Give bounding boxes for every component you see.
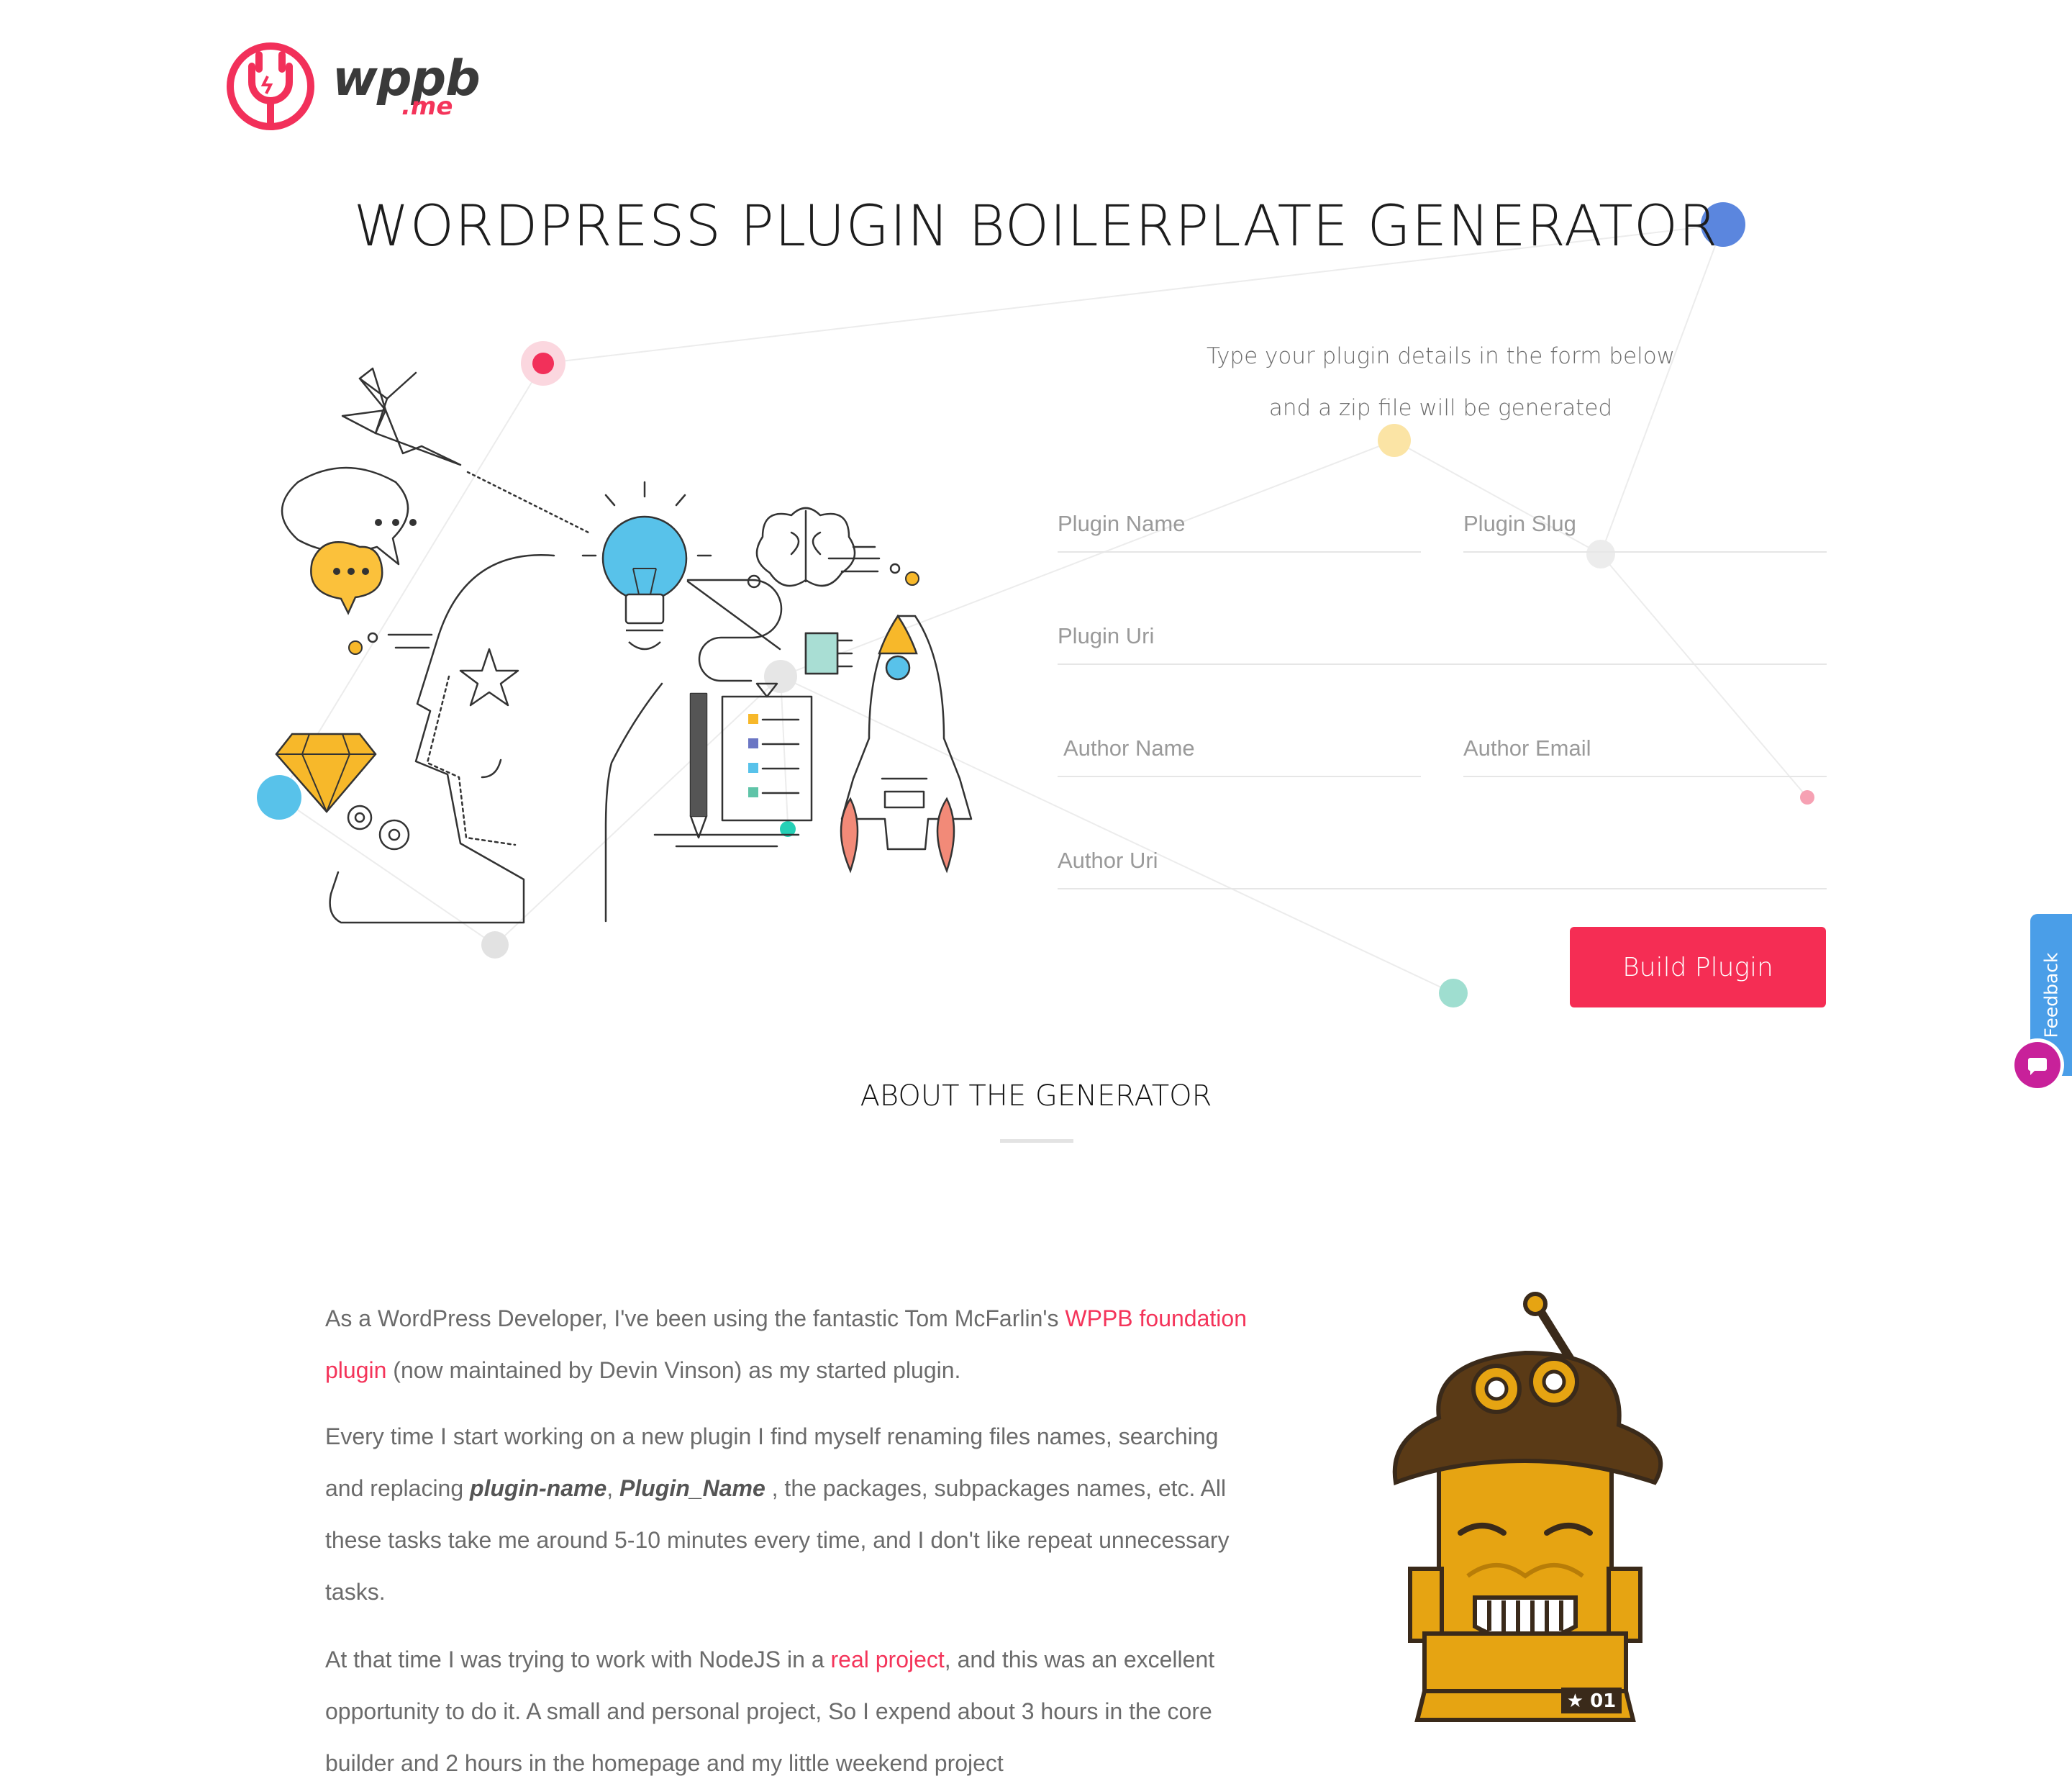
p1-text-1: As a WordPress Developer, I've been usin… [325, 1305, 1065, 1331]
logo-subtext[interactable]: .me [401, 92, 453, 121]
p2-text-2: , [606, 1475, 620, 1501]
plugin-name-input[interactable] [1058, 497, 1421, 553]
robot-illustration: ★ 01 [1392, 1292, 1663, 1722]
author-uri-input[interactable] [1058, 833, 1827, 889]
about-divider [1000, 1139, 1073, 1143]
p3-text-1: At that time I was trying to work with N… [325, 1647, 831, 1672]
plugin-uri-input[interactable] [1058, 609, 1827, 665]
page-title: WORDPRESS PLUGIN BOILERPLATE GENERATOR [353, 194, 1719, 259]
author-name-input[interactable] [1058, 721, 1421, 777]
form-intro-line-2: and a zip file will be generated [1268, 395, 1613, 421]
about-paragraph-3: At that time I was trying to work with N… [325, 1634, 1260, 1789]
real-project-link[interactable]: real project [831, 1647, 945, 1672]
robot-badge: ★ 01 [1567, 1690, 1617, 1712]
p2-bold-1: plugin-name [470, 1475, 607, 1501]
feedback-label: Feedback [2040, 951, 2062, 1038]
author-email-input[interactable] [1463, 721, 1827, 777]
about-title: ABOUT THE GENERATOR [860, 1079, 1212, 1113]
plugin-slug-input[interactable] [1463, 497, 1827, 553]
p2-bold-2: Plugin_Name [619, 1475, 765, 1501]
hero-illustration [275, 367, 973, 924]
build-plugin-button[interactable]: Build Plugin [1570, 927, 1826, 1007]
about-paragraph-2: Every time I start working on a new plug… [325, 1410, 1260, 1618]
form-intro-line-1: Type your plugin details in the form bel… [1206, 343, 1676, 369]
about-paragraph-1: As a WordPress Developer, I've been usin… [325, 1292, 1260, 1396]
p1-text-2: (now maintained by Devin Vinson) as my s… [386, 1357, 961, 1383]
